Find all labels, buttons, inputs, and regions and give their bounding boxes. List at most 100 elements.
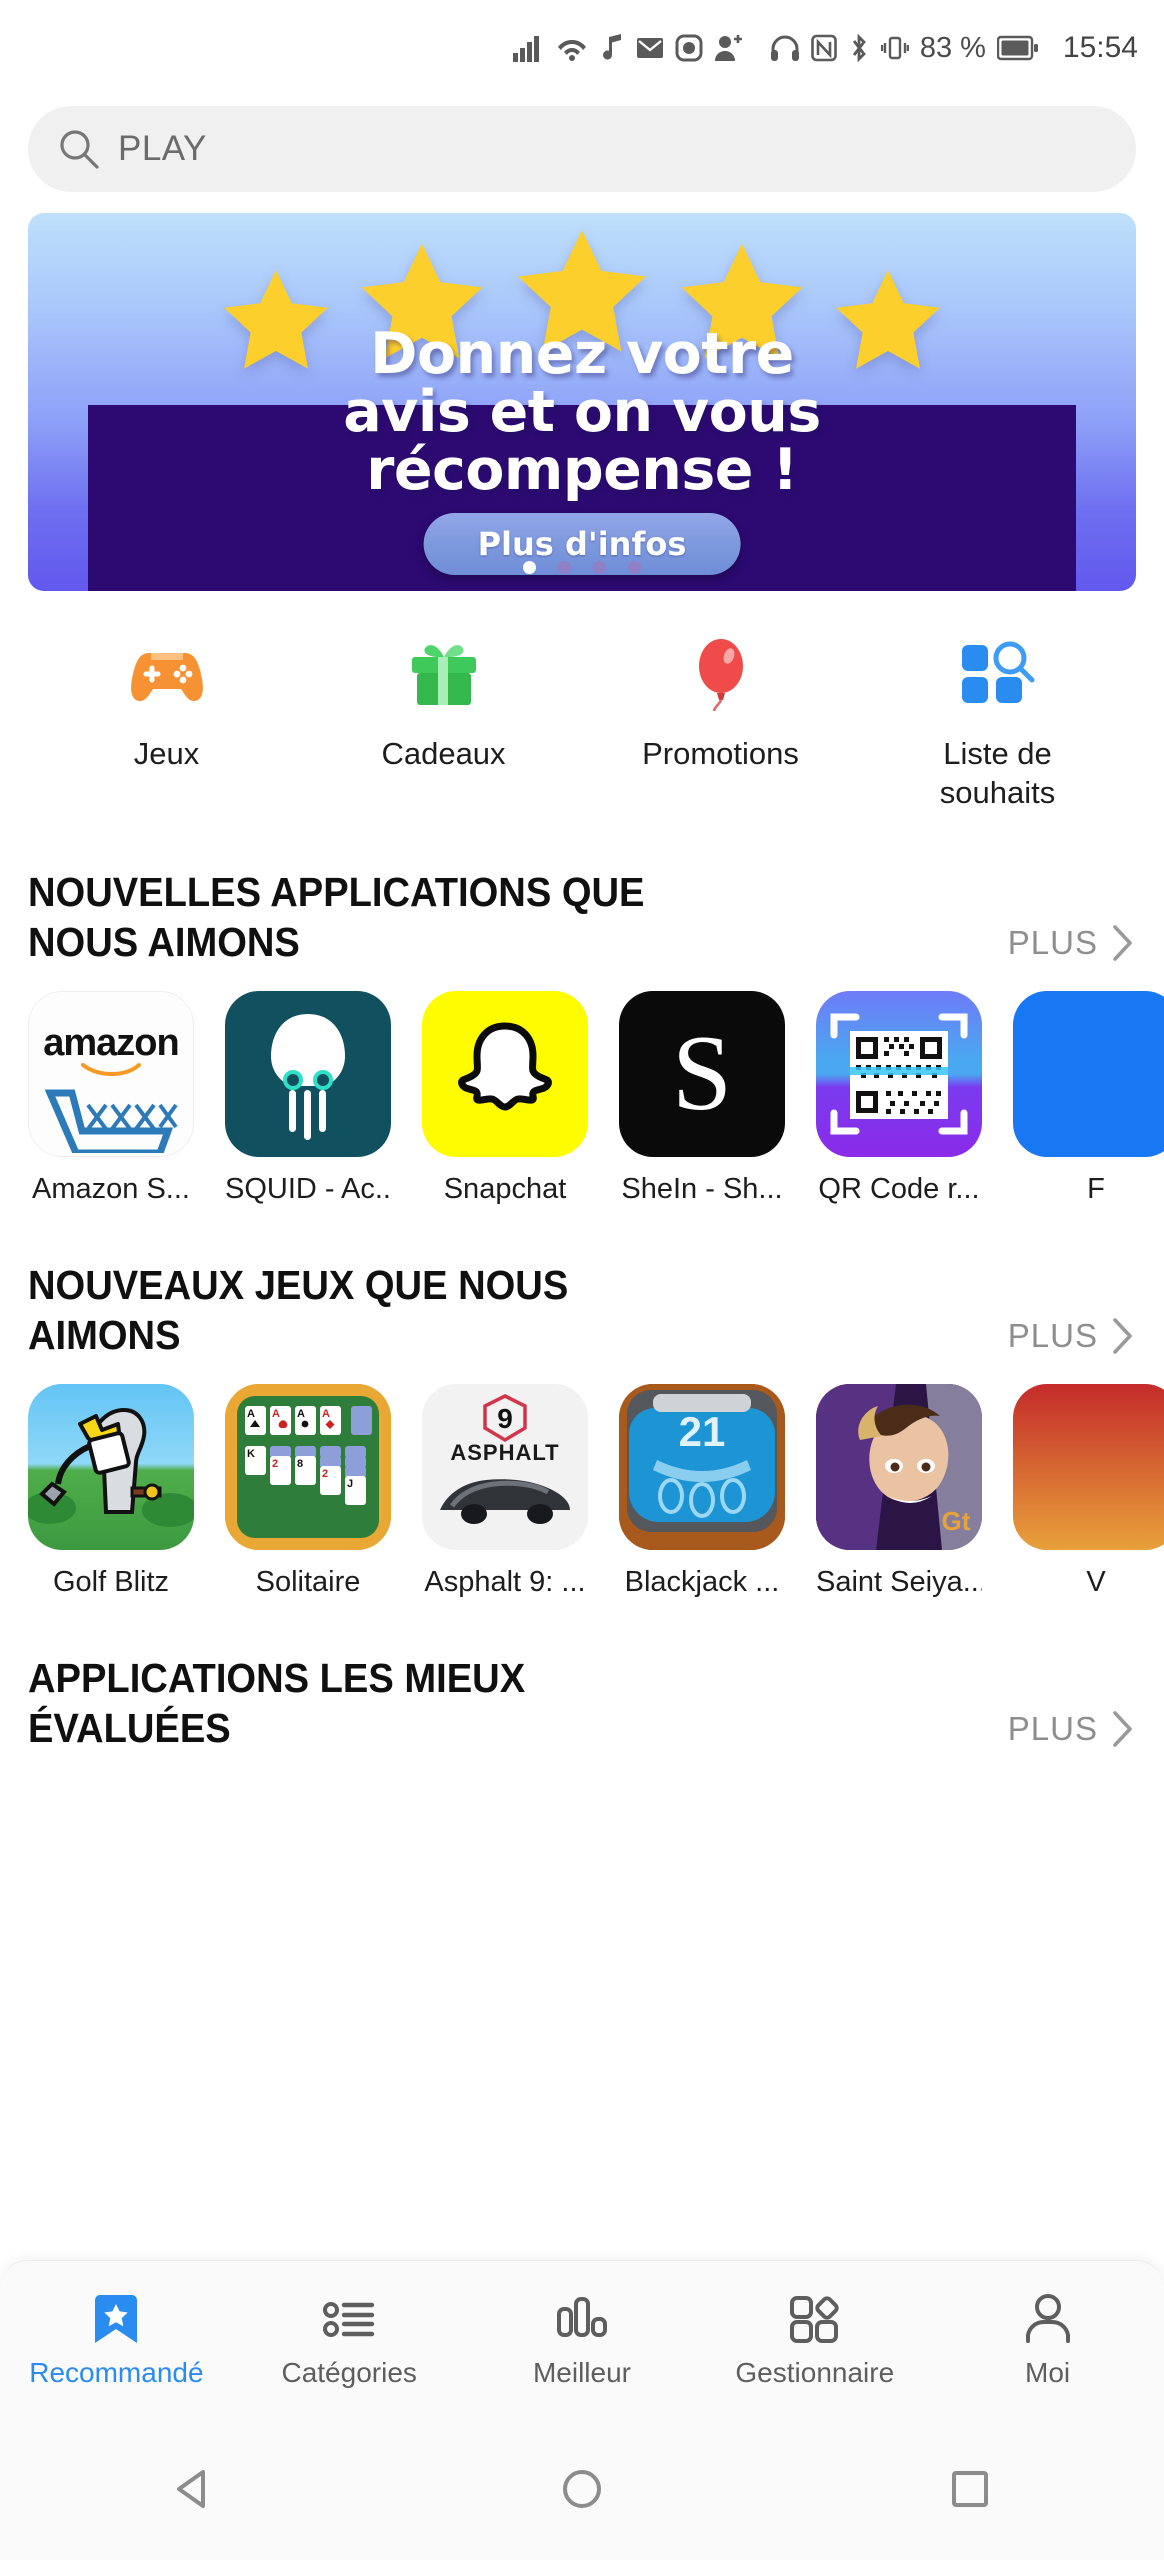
vibrate-icon bbox=[880, 36, 909, 60]
banner-headline-line-1: Donnez votre bbox=[370, 321, 794, 387]
section-more-link[interactable]: PLUS bbox=[1008, 1316, 1136, 1360]
shein-app-icon[interactable]: S bbox=[619, 990, 785, 1157]
app-name: SQUID - Ac... bbox=[225, 1172, 391, 1205]
section-title: NOUVELLES APPLICATIONS QUE NOUS AIMONS bbox=[28, 868, 645, 965]
svg-text:9: 9 bbox=[497, 1403, 513, 1434]
signal-bars-icon bbox=[512, 36, 539, 62]
quick-categories-row: Jeux Cadeaux Promotions Liste de souhait… bbox=[0, 591, 1164, 813]
tab-gestionnaire[interactable]: Gestionnaire bbox=[698, 2291, 931, 2389]
quick-category-label: Jeux bbox=[133, 736, 200, 771]
promo-banner[interactable]: Donnez votre avis et on vous récompense … bbox=[28, 213, 1136, 591]
app-tile[interactable]: V bbox=[1013, 1383, 1164, 1599]
app-tile[interactable]: 21 Blackjack ... bbox=[619, 1383, 785, 1599]
music-note-icon bbox=[602, 34, 621, 60]
search-input[interactable]: PLAY bbox=[118, 129, 207, 169]
shein-letter: S bbox=[671, 1013, 733, 1133]
status-right-icons: 83 % 15:54 bbox=[770, 31, 1138, 65]
banner-headline-line-3: récompense ! bbox=[366, 437, 798, 504]
section-more-link[interactable]: PLUS bbox=[1008, 1709, 1136, 1753]
status-bar: 83 % 15:54 bbox=[0, 0, 1164, 96]
squid-app-icon[interactable] bbox=[225, 990, 391, 1157]
app-row-new-games[interactable]: Golf Blitz AA AA K 2 8 2 J Solitaire 9 A… bbox=[28, 1360, 1164, 1599]
carousel-dot-1[interactable] bbox=[523, 561, 536, 574]
section-more-label: PLUS bbox=[1007, 923, 1098, 961]
app-tile[interactable]: Golf Blitz bbox=[28, 1383, 194, 1599]
home-circle-icon bbox=[563, 2470, 601, 2508]
section-more-link[interactable]: PLUS bbox=[1008, 923, 1136, 967]
app-name: Golf Blitz bbox=[52, 1565, 170, 1598]
tab-categories[interactable]: Catégories bbox=[233, 2291, 466, 2389]
app-tile[interactable]: 9 ASPHALT Asphalt 9: ... bbox=[422, 1383, 588, 1599]
tab-label: Meilleur bbox=[532, 2356, 631, 2388]
tab-recommande[interactable]: Recommandé bbox=[0, 2291, 233, 2389]
svg-text:A: A bbox=[322, 1408, 330, 1420]
section-header: NOUVELLES APPLICATIONS QUE NOUS AIMONS P… bbox=[28, 813, 1136, 967]
asphalt-9-app-icon[interactable]: 9 ASPHALT bbox=[422, 1383, 588, 1550]
app-tile[interactable]: QR Code r... bbox=[816, 990, 982, 1206]
app-tile[interactable]: Snapchat bbox=[422, 990, 588, 1206]
section-more-label: PLUS bbox=[1007, 1316, 1098, 1354]
nav-home-button[interactable] bbox=[388, 2466, 776, 2512]
battery-percent: 83 % bbox=[919, 31, 986, 64]
tab-label: Catégories bbox=[281, 2356, 417, 2388]
promo-banner-area: Donnez votre avis et on vous récompense … bbox=[0, 192, 1164, 591]
wifi-icon bbox=[557, 40, 586, 61]
svg-text:2: 2 bbox=[272, 1458, 278, 1470]
battery-icon bbox=[996, 35, 1038, 61]
saint-seiya-app-icon[interactable]: Gt bbox=[816, 1383, 982, 1550]
carousel-dots[interactable] bbox=[28, 561, 1136, 574]
app-tile[interactable]: Gt Saint Seiya... bbox=[816, 1383, 982, 1599]
carousel-dot-4[interactable] bbox=[628, 561, 641, 574]
svg-text:ASPHALT: ASPHALT bbox=[450, 1440, 559, 1465]
nav-back-button[interactable] bbox=[0, 2466, 388, 2512]
tab-moi[interactable]: Moi bbox=[931, 2291, 1164, 2389]
app-name: QR Code r... bbox=[818, 1172, 980, 1205]
quick-category-label: Cadeaux bbox=[381, 736, 506, 771]
amazon-app-icon[interactable]: amazon bbox=[28, 990, 194, 1157]
app-name: Solitaire bbox=[255, 1565, 361, 1598]
partial-app-icon[interactable] bbox=[1013, 1383, 1164, 1550]
carousel-dot-2[interactable] bbox=[558, 561, 571, 574]
section-title: NOUVEAUX JEUX QUE NOUS AIMONS bbox=[28, 1261, 569, 1358]
clock: 15:54 bbox=[1062, 31, 1138, 64]
svg-text:A: A bbox=[247, 1408, 255, 1420]
app-tile[interactable]: amazon Amazon S... bbox=[28, 990, 194, 1206]
app-name: Asphalt 9: ... bbox=[424, 1565, 586, 1598]
quick-category-liste-de-souhaits[interactable]: Liste de souhaits bbox=[859, 637, 1136, 813]
email-icon bbox=[636, 38, 663, 58]
blackjack-app-icon[interactable]: 21 bbox=[619, 1383, 785, 1550]
facebook-app-icon[interactable] bbox=[1013, 990, 1164, 1157]
app-name: SheIn - Sh... bbox=[621, 1172, 783, 1205]
headphones-icon bbox=[770, 35, 799, 61]
list-bullets-icon bbox=[323, 2301, 375, 2337]
app-tile[interactable]: S SheIn - Sh... bbox=[619, 990, 785, 1206]
golf-blitz-app-icon[interactable] bbox=[28, 1383, 194, 1550]
app-tile[interactable]: AA AA K 2 8 2 J Solitaire bbox=[225, 1383, 391, 1599]
app-tile[interactable]: F bbox=[1013, 990, 1164, 1206]
app-tile[interactable]: SQUID - Ac... bbox=[225, 990, 391, 1206]
nav-recents-button[interactable] bbox=[776, 2466, 1164, 2512]
tab-meilleur[interactable]: Meilleur bbox=[466, 2291, 699, 2389]
tab-label: Recommandé bbox=[29, 2356, 204, 2388]
quick-category-label: Promotions bbox=[642, 736, 799, 771]
quick-category-jeux[interactable]: Jeux bbox=[28, 637, 305, 813]
svg-text:2: 2 bbox=[322, 1468, 328, 1480]
add-person-icon bbox=[714, 35, 742, 61]
search-bar[interactable]: PLAY bbox=[28, 106, 1136, 192]
solitaire-app-icon[interactable]: AA AA K 2 8 2 J bbox=[225, 1383, 391, 1550]
section-header: APPLICATIONS LES MIEUX ÉVALUÉES PLUS bbox=[28, 1599, 1136, 1753]
person-icon bbox=[1025, 2293, 1070, 2343]
carousel-dot-3[interactable] bbox=[593, 561, 606, 574]
app-name: Snapchat bbox=[443, 1172, 567, 1205]
section-more-label: PLUS bbox=[1007, 1709, 1098, 1747]
app-name: Amazon S... bbox=[32, 1172, 190, 1205]
app-name: Blackjack ... bbox=[624, 1565, 780, 1598]
app-row-new-apps[interactable]: amazon Amazon S... SQUID - Ac... Snapcha… bbox=[28, 967, 1164, 1206]
bookmark-star-icon bbox=[95, 2294, 138, 2343]
qr-code-reader-app-icon[interactable] bbox=[816, 990, 982, 1157]
section-top-rated: APPLICATIONS LES MIEUX ÉVALUÉES PLUS bbox=[0, 1599, 1164, 1753]
balloon-icon bbox=[691, 637, 751, 713]
quick-category-cadeaux[interactable]: Cadeaux bbox=[305, 637, 582, 813]
quick-category-promotions[interactable]: Promotions bbox=[582, 637, 859, 813]
snapchat-app-icon[interactable] bbox=[422, 990, 588, 1157]
